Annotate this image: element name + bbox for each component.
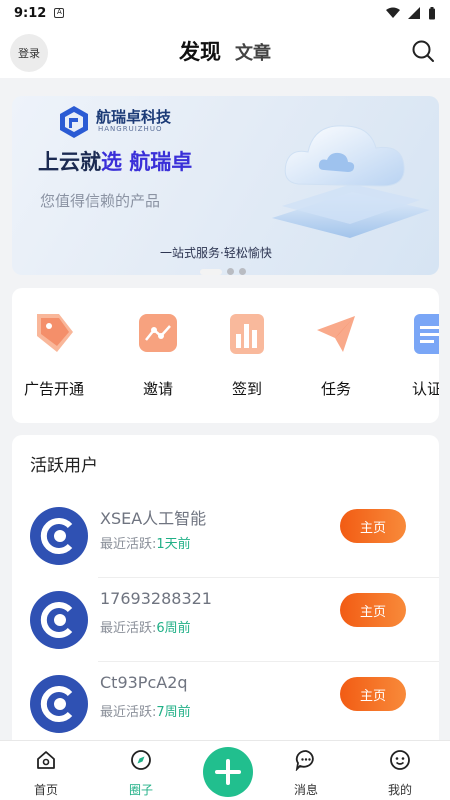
tab-label: 消息 <box>293 783 318 797</box>
quick-actions: 广告开通 邀请 签到 任务 认证 <box>12 288 439 423</box>
quick-action-ad[interactable]: 广告开通 <box>14 306 94 399</box>
user-name: XSEA人工智能 <box>100 509 207 528</box>
share-icon <box>139 314 177 352</box>
plus-icon <box>215 759 241 785</box>
user-home-button[interactable]: 主页 <box>340 677 406 711</box>
pagination-dot[interactable] <box>227 268 234 275</box>
banner-pagination <box>200 268 246 275</box>
user-name: Ct93PcA2q <box>100 673 188 692</box>
user-last-active: 最近活跃:6周前 <box>100 617 191 636</box>
status-time: 9:12 <box>14 5 47 21</box>
bar-chart-icon <box>230 314 264 354</box>
user-last-active: 最近活跃:1天前 <box>100 533 191 552</box>
last-active-prefix: 最近活跃: <box>100 537 157 552</box>
signal-icon <box>408 7 420 19</box>
tab-articles[interactable]: 文章 <box>235 39 271 65</box>
tab-circle[interactable]: 圈子 <box>111 749 171 798</box>
user-row[interactable]: 17693288321 最近活跃:6周前 主页 <box>12 577 439 661</box>
last-active-time: 1天前 <box>156 537 191 552</box>
tab-discover[interactable]: 发现 <box>179 36 221 66</box>
active-users-card: 活跃用户 XSEA人工智能 最近活跃:1天前 主页 17693288321 最近… <box>12 435 439 755</box>
quick-action-label: 邀请 <box>142 380 173 398</box>
paper-plane-icon <box>317 316 355 352</box>
header-tabs: 发现 文章 <box>0 36 450 66</box>
pagination-dot[interactable] <box>239 268 246 275</box>
profile-icon <box>390 750 410 770</box>
message-icon <box>295 750 314 772</box>
banner-brand-sub: HANGRUIZHUO <box>98 125 163 133</box>
banner-headline: 上云就选 航瑞卓 <box>38 146 192 176</box>
user-row[interactable]: XSEA人工智能 最近活跃:1天前 主页 <box>12 493 439 577</box>
status-icons <box>386 6 436 20</box>
quick-action-label: 任务 <box>320 380 351 398</box>
banner-subline: 您值得信赖的产品 <box>40 192 161 210</box>
avatar-logo-icon <box>40 518 73 554</box>
tab-label: 首页 <box>33 783 58 797</box>
search-icon[interactable] <box>410 38 436 64</box>
wifi-icon <box>386 7 400 18</box>
banner-headline-mid: 选 <box>101 150 130 174</box>
tab-messages[interactable]: 消息 <box>276 749 336 798</box>
notification-icon: A <box>54 8 65 18</box>
home-icon <box>37 751 55 769</box>
banner-brand-name: 航瑞卓科技 <box>96 108 172 126</box>
tab-profile[interactable]: 我的 <box>370 749 430 798</box>
tab-home[interactable]: 首页 <box>16 749 76 798</box>
quick-action-label: 签到 <box>231 380 262 398</box>
user-name: 17693288321 <box>100 589 212 608</box>
avatar[interactable] <box>30 507 88 565</box>
quick-action-label: 广告开通 <box>23 380 84 398</box>
banner-headline-prefix: 上云就 <box>38 150 101 174</box>
pagination-dot-active[interactable] <box>200 268 222 275</box>
tag-icon <box>37 314 73 352</box>
tab-label: 我的 <box>387 783 412 797</box>
last-active-prefix: 最近活跃: <box>100 705 157 720</box>
avatar[interactable] <box>30 675 88 733</box>
last-active-time: 6周前 <box>156 621 191 636</box>
user-row[interactable]: Ct93PcA2q 最近活跃:7周前 主页 <box>12 661 439 745</box>
banner-headline-brand: 航瑞卓 <box>129 150 193 174</box>
tab-label: 圈子 <box>128 783 153 797</box>
active-users-title: 活跃用户 <box>30 456 98 476</box>
battery-icon <box>429 6 435 19</box>
quick-action-invite[interactable]: 邀请 <box>118 306 198 399</box>
create-button[interactable] <box>203 747 253 797</box>
top-header: 登录 发现 文章 <box>0 26 450 78</box>
user-last-active: 最近活跃:7周前 <box>100 701 191 720</box>
avatar-logo-icon <box>40 686 73 722</box>
user-home-button[interactable]: 主页 <box>340 509 406 543</box>
status-bar: 9:12 A <box>0 0 450 26</box>
quick-action-task[interactable]: 任务 <box>296 306 376 399</box>
last-active-prefix: 最近活跃: <box>100 621 157 636</box>
compass-icon <box>131 750 151 770</box>
user-home-button[interactable]: 主页 <box>340 593 406 627</box>
id-card-icon <box>414 314 439 354</box>
quick-action-verify[interactable]: 认证 <box>387 306 439 399</box>
quick-action-label: 认证 <box>411 380 439 398</box>
brand-logo <box>60 106 88 138</box>
banner-tagline: 一站式服务·轻松愉快 <box>160 246 272 260</box>
promo-banner[interactable]: 航瑞卓科技 HANGRUIZHUO 上云就选 航瑞卓 您值得信赖的产品 一站式服… <box>12 96 439 275</box>
cloud-illustration <box>272 125 430 238</box>
avatar[interactable] <box>30 591 88 649</box>
last-active-time: 7周前 <box>156 705 191 720</box>
avatar-logo-icon <box>40 602 73 638</box>
quick-action-checkin[interactable]: 签到 <box>207 306 287 399</box>
